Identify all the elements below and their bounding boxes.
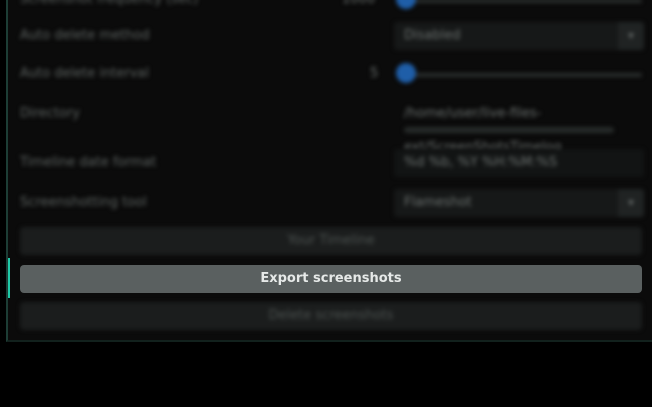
open-timeline-button[interactable]: Your Timeline [20,227,642,255]
select-value: Disabled [404,28,461,43]
setting-label: Screenshotting tool [20,195,147,210]
setting-label: Directory [20,106,80,121]
setting-label: Auto delete interval [20,66,149,81]
setting-row-auto-delete-interval: Auto delete interval 5 [8,57,652,91]
input-value: %d %b, %Y %H:%M:%S [404,155,558,170]
setting-row-directory: Directory /home/user/live-files-ext/Scre… [8,97,652,155]
settings-panel: Screenshot frequency (sec) 1000 Auto del… [6,0,652,342]
frequency-slider-track[interactable] [404,0,642,3]
frequency-slider-knob[interactable] [396,0,416,9]
auto-delete-method-select[interactable]: Disabled ▾ [394,22,644,50]
focus-indicator [8,258,10,298]
select-value: Flameshot [404,195,472,210]
chevron-down-icon[interactable]: ▾ [618,22,644,50]
screenshot-tool-select[interactable]: Flameshot ▾ [394,189,644,217]
setting-label: Timeline date format [20,155,157,170]
directory-scrollbar[interactable] [404,127,614,133]
delete-screenshots-button[interactable]: Delete screenshots [20,302,642,330]
setting-row-date-format: Timeline date format %d %b, %Y %H:%M:%S [8,146,652,180]
setting-value: 5 [370,66,379,81]
date-format-input[interactable]: %d %b, %Y %H:%M:%S [394,149,644,177]
setting-row-screenshot-tool: Screenshotting tool Flameshot ▾ [8,186,652,220]
interval-slider-track[interactable] [404,73,642,77]
setting-label: Auto delete method [20,28,150,43]
setting-label: Screenshot frequency (sec) [20,0,198,17]
setting-row-frequency: Screenshot frequency (sec) 1000 [8,0,652,17]
chevron-down-icon[interactable]: ▾ [618,189,644,217]
setting-value: 1000 [342,0,375,17]
export-screenshots-button[interactable]: Export screenshots [20,265,642,293]
interval-slider-knob[interactable] [396,63,416,83]
setting-row-auto-delete-method: Auto delete method Disabled ▾ [8,19,652,53]
